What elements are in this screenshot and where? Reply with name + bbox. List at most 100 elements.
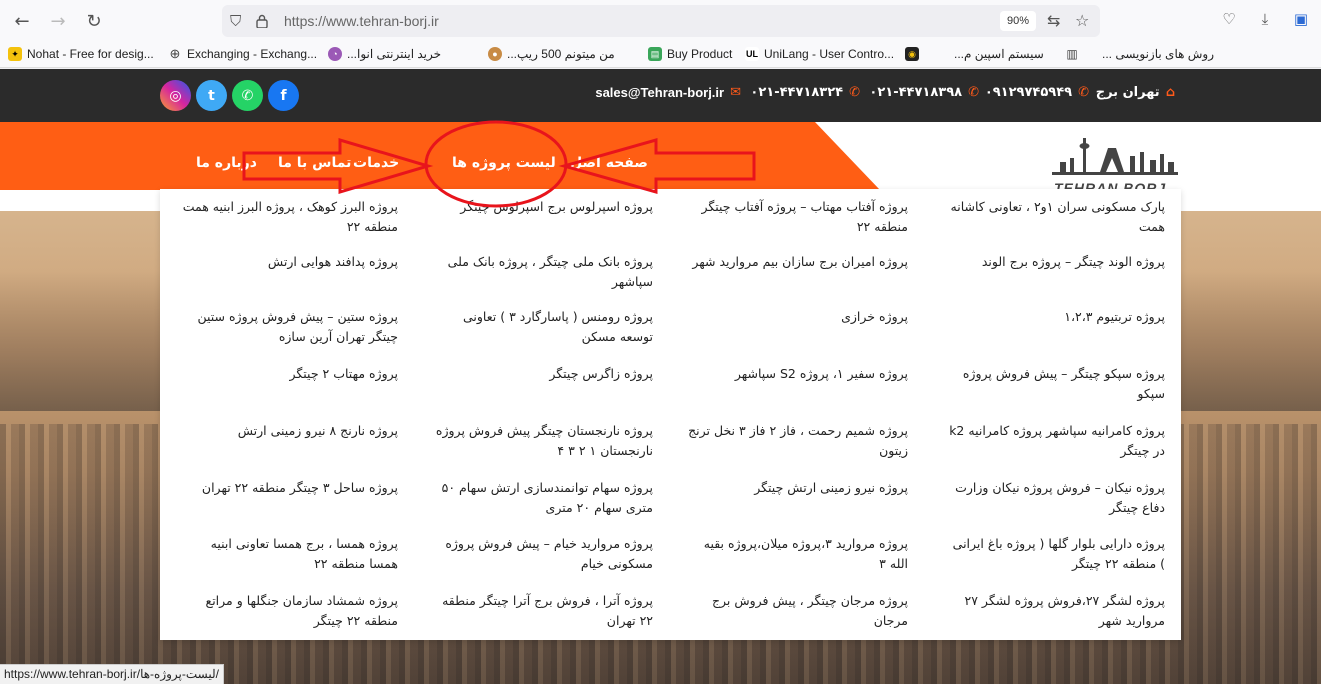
project-link[interactable]: پروژه پدافند هوایی ارتش bbox=[178, 252, 398, 272]
project-link[interactable]: پروژه کامرانیه سپاشهر پروژه کامرانیه k2 … bbox=[945, 421, 1165, 461]
bookmark-label: Buy Product bbox=[667, 47, 733, 61]
twitter-icon[interactable]: t bbox=[196, 80, 227, 111]
shield-icon[interactable]: ⛉ bbox=[230, 12, 241, 30]
project-link[interactable]: پروژه نارنج ۸ نیرو زمینی ارتش bbox=[178, 421, 398, 441]
nohat-icon: ✦ bbox=[8, 47, 22, 61]
web-page: تهران برج ⌂ ۰۹۱۲۹۷۴۵۹۴۹ ✆ ۰۲۱-۴۴۷۱۸۳۹۸ ✆ ۰۲… bbox=[0, 69, 1321, 684]
bookmark-label: سیستم اسپین م... bbox=[954, 47, 1044, 61]
bookmark-item[interactable]: UL UniLang - User Contro... bbox=[745, 47, 894, 61]
back-arrow-icon[interactable]: ← bbox=[5, 4, 39, 38]
unilang-icon: UL bbox=[745, 47, 759, 61]
project-link[interactable]: پروژه سفیر ۱، پروژه S2 سپاشهر bbox=[688, 364, 908, 384]
translate-icon[interactable]: ⇆ bbox=[1047, 11, 1060, 30]
project-link[interactable]: پروژه سهام توانمندسازی ارتش سهام ۵۰ متری… bbox=[433, 478, 653, 518]
projects-dropdown: پارک مسکونی سران ۱و۲ ، تعاونی کاشانه همت… bbox=[160, 189, 1181, 640]
project-link[interactable]: پروژه نیرو زمینی ارتش چیتگر bbox=[688, 478, 908, 498]
url-text: https://www.tehran-borj.ir bbox=[284, 13, 439, 29]
bookmark-item[interactable]: ▥ روش های بازنویسی ... bbox=[1065, 47, 1214, 61]
project-link[interactable]: پروژه شمشاد سازمان جنگلها و مراتع منطقه … bbox=[178, 591, 398, 631]
email-info[interactable]: sales@Tehran-borj.ir ✉ bbox=[595, 85, 741, 100]
spin-icon: ◉ bbox=[905, 47, 919, 61]
nav-home[interactable]: صفحه اصل bbox=[570, 155, 648, 171]
nav-contact[interactable]: تماس با ما bbox=[278, 155, 351, 171]
extension-icon[interactable]: ▣ bbox=[1290, 8, 1312, 30]
project-link[interactable]: پروژه زاگرس چیتگر bbox=[433, 364, 653, 384]
project-link[interactable]: پروژه خرازی bbox=[688, 307, 908, 327]
project-link[interactable]: پروژه اسپرلوس برج اسپرلوس چیتگر bbox=[433, 197, 653, 217]
city-text: تهران برج bbox=[1095, 85, 1160, 100]
pocket-icon[interactable]: ♡ bbox=[1218, 8, 1240, 30]
facebook-icon[interactable]: f bbox=[268, 80, 299, 111]
bookmark-item[interactable]: ● من میتونم 500 ریپ... bbox=[488, 47, 615, 61]
bookmark-item[interactable]: ◉ سیستم اسپین م... bbox=[905, 47, 1044, 61]
project-link[interactable]: پروژه بانک ملی چیتگر ، پروژه بانک ملی سپ… bbox=[433, 252, 653, 292]
project-link[interactable]: پروژه نارنجستان چیتگر پیش فروش پروژه نار… bbox=[433, 421, 653, 461]
home-icon: ⌂ bbox=[1165, 85, 1175, 100]
envelope-icon: ✉ bbox=[730, 85, 741, 100]
phone-icon: ✆ bbox=[849, 85, 860, 100]
contact-topbar: تهران برج ⌂ ۰۹۱۲۹۷۴۵۹۴۹ ✆ ۰۲۱-۴۴۷۱۸۳۹۸ ✆ ۰۲… bbox=[0, 69, 1321, 122]
lock-icon[interactable] bbox=[256, 14, 268, 28]
project-link[interactable]: پروژه مهتاب ۲ چیتگر bbox=[178, 364, 398, 384]
project-link[interactable]: پروژه تربتیوم ۱،۲،۳ bbox=[945, 307, 1165, 327]
nav-background bbox=[0, 122, 880, 190]
phone2-text: ۰۲۱-۴۴۷۱۸۳۲۴ bbox=[750, 85, 844, 100]
bookmark-item[interactable]: ✦ Nohat - Free for desig... bbox=[8, 47, 154, 61]
bookmarks-bar: ✦ Nohat - Free for desig... ⊕ Exchanging -… bbox=[0, 42, 1321, 68]
city-info: تهران برج ⌂ bbox=[1096, 85, 1175, 100]
project-link[interactable]: پروژه دارایی بلوار گلها ( پروژه باغ ایرا… bbox=[945, 534, 1165, 574]
bookmark-item[interactable]: ⊕ Exchanging - Exchang... bbox=[168, 46, 318, 61]
project-link[interactable]: پروژه نیکان – فروش پروژه نیکان وزارت دفا… bbox=[945, 478, 1165, 518]
bookmark-label: Exchanging - Exchang... bbox=[187, 47, 318, 61]
download-icon[interactable]: ⤓ bbox=[1254, 8, 1276, 30]
project-link[interactable]: پارک مسکونی سران ۱و۲ ، تعاونی کاشانه همت bbox=[945, 197, 1165, 237]
project-link[interactable]: پروژه البرز کوهک ، پروژه البرز ابنیه همت… bbox=[178, 197, 398, 237]
project-link[interactable]: پروژه همسا ، برج همسا تعاونی ابنیه همسا … bbox=[178, 534, 398, 574]
shop-icon: ◔ bbox=[328, 47, 342, 61]
avatar-icon: ● bbox=[488, 47, 502, 61]
project-link[interactable]: پروژه ستین – پیش فروش پروژه ستین چیتگر ت… bbox=[178, 307, 398, 347]
status-bar-url: https://www.tehran-borj.ir/لیست-پروژه-ها… bbox=[0, 664, 224, 684]
bookmark-label: روش های بازنویسی ... bbox=[1102, 47, 1214, 61]
instagram-icon[interactable]: ◎ bbox=[160, 80, 191, 111]
browser-toolbar: ← → ↻ ⛉ https://www.tehran-borj.ir 90% ⇆… bbox=[0, 0, 1321, 42]
phone2-info[interactable]: ۰۲۱-۴۴۷۱۸۳۲۴ ✆ bbox=[750, 85, 860, 100]
mobile-info[interactable]: ۰۹۱۲۹۷۴۵۹۴۹ ✆ bbox=[985, 85, 1089, 100]
forward-arrow-icon[interactable]: → bbox=[41, 4, 75, 38]
whatsapp-icon[interactable]: ✆ bbox=[232, 80, 263, 111]
project-link[interactable]: پروژه آفتاب مهتاب – پروژه آفتاب چیتگر من… bbox=[688, 197, 908, 237]
project-link[interactable]: پروژه سپکو چیتگر – پیش فروش پروژه سپکو bbox=[945, 364, 1165, 404]
project-link[interactable]: پروژه امیران برج سازان بیم مروارید شهر bbox=[688, 252, 908, 272]
phone1-info[interactable]: ۰۲۱-۴۴۷۱۸۳۹۸ ✆ bbox=[869, 85, 979, 100]
bookmark-label: UniLang - User Contro... bbox=[764, 47, 895, 61]
bookmark-label: من میتونم 500 ریپ... bbox=[507, 47, 615, 61]
bookmark-label: خرید اینترنتی انوا... bbox=[347, 47, 442, 61]
project-link[interactable]: پروژه الوند چیتگر – پروژه برج الوند bbox=[945, 252, 1165, 272]
bookmark-item[interactable]: ▤ Buy Product bbox=[648, 47, 732, 61]
phone1-text: ۰۲۱-۴۴۷۱۸۳۹۸ bbox=[869, 85, 963, 100]
project-link[interactable]: پروژه شمیم رحمت ، فاز ۲ فاز ۳ نخل ترنج ز… bbox=[688, 421, 908, 461]
project-link[interactable]: پروژه مرجان چیتگر ، پیش فروش برج مرجان bbox=[688, 591, 908, 631]
project-link[interactable]: پروژه مروارید ۳،پروژه میلان،پروژه بقیه ا… bbox=[688, 534, 908, 574]
nav-about[interactable]: درباره ما bbox=[196, 155, 257, 171]
project-link[interactable]: پروژه رومنس ( پاسارگارد ۳ ) تعاونی توسعه… bbox=[433, 307, 653, 347]
phone-icon: ✆ bbox=[1078, 85, 1089, 100]
project-link[interactable]: پروژه آترا ، فروش برج آترا چیتگر منطقه ۲… bbox=[433, 591, 653, 631]
project-link[interactable]: پروژه ساحل ۳ چیتگر منطقه ۲۲ تهران bbox=[178, 478, 398, 498]
address-bar[interactable]: ⛉ https://www.tehran-borj.ir 90% ⇆ ☆ bbox=[222, 5, 1100, 37]
reload-icon[interactable]: ↻ bbox=[77, 4, 111, 38]
bookmark-item[interactable]: ◔ خرید اینترنتی انوا... bbox=[328, 47, 441, 61]
rewrite-icon: ▥ bbox=[1066, 47, 1078, 61]
project-link[interactable]: پروژه مروارید خیام – پیش فروش پروژه مسکو… bbox=[433, 534, 653, 574]
project-link[interactable]: پروژه لشگر ۲۷،فروش پروژه لشگر ۲۷ مروارید… bbox=[945, 591, 1165, 631]
zoom-level[interactable]: 90% bbox=[1000, 11, 1036, 31]
globe-icon: ⊕ bbox=[169, 46, 181, 61]
bookmark-label: Nohat - Free for desig... bbox=[27, 47, 154, 61]
star-icon[interactable]: ☆ bbox=[1075, 11, 1089, 30]
mobile-text: ۰۹۱۲۹۷۴۵۹۴۹ bbox=[984, 85, 1073, 100]
product-icon: ▤ bbox=[648, 47, 662, 61]
email-text: sales@Tehran-borj.ir bbox=[595, 85, 725, 100]
nav-services[interactable]: خدمات bbox=[353, 155, 399, 171]
nav-projects[interactable]: لیست پروژه ها bbox=[452, 155, 556, 171]
phone-icon: ✆ bbox=[968, 85, 979, 100]
